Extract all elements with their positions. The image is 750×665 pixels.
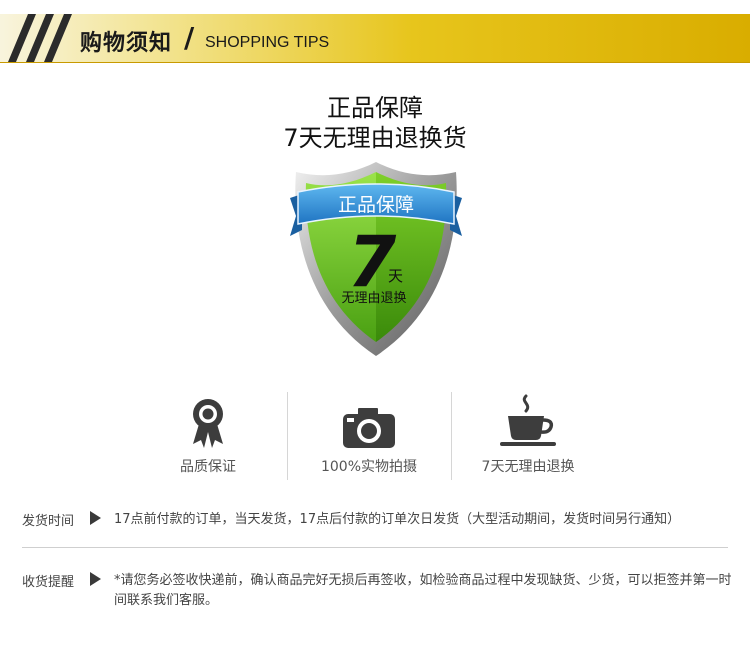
- coffee-cup-icon: [500, 394, 556, 446]
- header-title: 购物须知: [80, 31, 173, 56]
- receiving-reminder-row: 收货提醒 *请您务必签收快递前，确认商品完好无损后再签收，如检验商品过程中发现缺…: [22, 571, 732, 615]
- headline-return-policy: 7天无理由退换货: [283, 124, 467, 152]
- header-slash: /: [184, 21, 195, 54]
- shipping-time-label: 发货时间: [22, 514, 75, 529]
- feature-quality: 品质保证: [128, 398, 288, 476]
- camera-icon: [343, 408, 395, 448]
- guarantee-shield-icon: 正品保障 7 天 无理由退换: [290, 162, 462, 356]
- shipping-time-row: 发货时间 17点前付款的订单，当天发货，17点后付款的订单次日发货（大型活动期间…: [22, 510, 732, 532]
- feature-divider: [287, 392, 288, 480]
- feature-return-label: 7天无理由退换: [481, 459, 575, 475]
- shield-day-text: 天: [388, 267, 403, 285]
- receiving-reminder-text: *请您务必签收快递前，确认商品完好无损后再签收，如检验商品过程中发现缺货、少货，…: [114, 573, 732, 608]
- diagonal-stripes-icon: [8, 14, 72, 62]
- shield-ribbon-text: 正品保障: [338, 194, 414, 216]
- feature-real-photo: 100%实物拍摄: [289, 398, 449, 476]
- section-divider: [22, 547, 728, 548]
- play-arrow-icon: [90, 511, 101, 525]
- feature-return: 7天无理由退换: [448, 394, 608, 476]
- shipping-time-text: 17点前付款的订单，当天发货，17点后付款的订单次日发货（大型活动期间，发货时间…: [114, 512, 681, 527]
- receiving-reminder-label: 收货提醒: [22, 575, 75, 590]
- header-subtitle: SHOPPING TIPS: [205, 34, 330, 51]
- award-ribbon-icon: [193, 399, 223, 448]
- play-arrow-icon: [90, 572, 101, 586]
- feature-quality-label: 品质保证: [180, 459, 236, 475]
- feature-real-photo-label: 100%实物拍摄: [320, 459, 418, 475]
- shield-caption: 无理由退换: [341, 291, 406, 306]
- header-banner: 购物须知 / SHOPPING TIPS: [0, 14, 750, 63]
